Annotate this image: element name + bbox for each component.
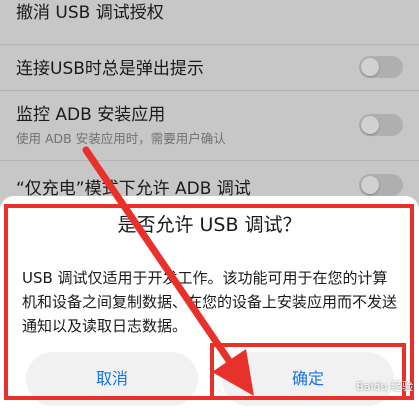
dialog-message: USB 调试仅适用于开发工作。该功能可用于在您的计算机和设备之间复制数据、在您的… <box>22 269 398 335</box>
cancel-button[interactable]: 取消 <box>26 352 198 406</box>
dialog-title: 是否允许 USB 调试？ <box>117 214 302 236</box>
baidu-watermark: Baidu 经验 <box>356 380 413 393</box>
